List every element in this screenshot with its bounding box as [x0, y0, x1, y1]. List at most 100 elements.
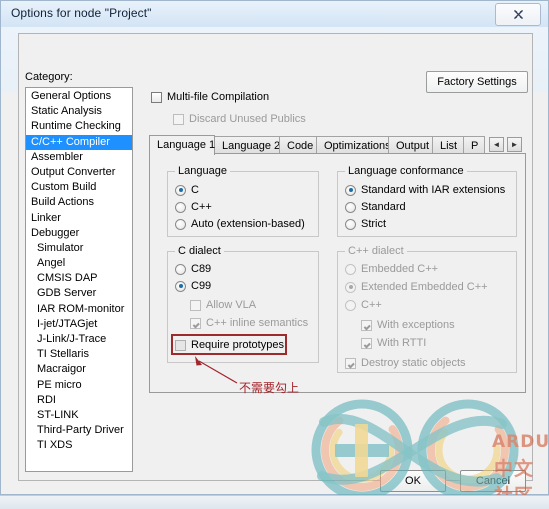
radio-language-c[interactable]: C: [175, 184, 199, 196]
discard-unused-publics-label: Discard Unused Publics: [189, 113, 306, 125]
category-item-gdb-server[interactable]: GDB Server: [26, 286, 132, 301]
checkbox-box: [361, 319, 372, 331]
group-language-title: Language: [175, 165, 230, 177]
checkbox-box: [345, 357, 356, 369]
tab-list[interactable]: List: [432, 136, 464, 154]
radio-embedded-cpp-label: Embedded C++: [361, 263, 439, 275]
checkbox-with-rtti: With RTTI: [361, 337, 426, 349]
tab-code[interactable]: Code: [279, 136, 317, 154]
tab-p[interactable]: P: [463, 136, 485, 154]
category-item-linker[interactable]: Linker: [26, 211, 132, 226]
category-list[interactable]: General Options Static Analysis Runtime Ch…: [25, 87, 133, 472]
category-item-third-party-driver[interactable]: Third-Party Driver: [26, 423, 132, 438]
close-icon[interactable]: [495, 3, 541, 26]
tab-language-2[interactable]: Language 2: [214, 136, 280, 154]
checkbox-box: [151, 91, 162, 103]
category-item-output-converter[interactable]: Output Converter: [26, 165, 132, 180]
radio-language-auto[interactable]: Auto (extension-based): [175, 218, 305, 230]
radio-c89-label: C89: [191, 263, 212, 275]
radio-language-cpp[interactable]: C++: [175, 201, 212, 213]
category-item-custom-build[interactable]: Custom Build: [26, 180, 132, 195]
checkbox-box: [361, 337, 372, 349]
radio-language-cpp-label: C++: [191, 201, 212, 213]
tab-strip[interactable]: Language 1 Language 2 Code Optimizations Out…: [149, 135, 526, 155]
tab-optimizations[interactable]: Optimizations: [316, 136, 391, 154]
screenshot-root: Options for node "Project" Category: Gen…: [0, 0, 549, 509]
radio-dot: [345, 201, 356, 213]
radio-c99-label: C99: [191, 280, 212, 292]
category-item-j-link-j-trace[interactable]: J-Link/J-Trace: [26, 332, 132, 347]
category-item-ti-xds[interactable]: TI XDS: [26, 438, 132, 453]
radio-conformance-strict-label: Strict: [361, 218, 387, 230]
radio-dot: [175, 280, 186, 292]
multi-file-compilation-checkbox[interactable]: Multi-file Compilation: [151, 91, 269, 103]
radio-dot: [345, 218, 356, 230]
checkbox-destroy-static-objects-label: Destroy static objects: [361, 357, 466, 369]
tab-output[interactable]: Output: [388, 136, 433, 154]
category-item-c-c-compiler[interactable]: C/C++ Compiler: [26, 134, 132, 150]
close-glyph: [513, 10, 523, 19]
group-c-dialect-title: C dialect: [175, 245, 224, 257]
category-item-build-actions[interactable]: Build Actions: [26, 195, 132, 210]
category-item-pe-micro[interactable]: PE micro: [26, 378, 132, 393]
category-item-general-options[interactable]: General Options: [26, 89, 132, 104]
cancel-button[interactable]: Cancel: [460, 470, 526, 492]
radio-c89[interactable]: C89: [175, 263, 211, 275]
radio-dot: [345, 184, 356, 196]
radio-extended-embedded-cpp-label: Extended Embedded C++: [361, 281, 488, 293]
checkbox-allow-vla: Allow VLA: [190, 299, 256, 311]
annotation-text: 不需要勾上: [239, 381, 300, 395]
category-item-ti-stellaris[interactable]: TI Stellaris: [26, 347, 132, 362]
group-cpp-dialect-title: C++ dialect: [345, 245, 407, 257]
category-item-runtime-checking[interactable]: Runtime Checking: [26, 119, 132, 134]
radio-conformance-strict[interactable]: Strict: [345, 218, 386, 230]
radio-dot: [175, 201, 186, 213]
category-item-iar-rom-monitor[interactable]: IAR ROM-monitor: [26, 302, 132, 317]
category-item-cmsis-dap[interactable]: CMSIS DAP: [26, 271, 132, 286]
checkbox-with-rtti-label: With RTTI: [377, 337, 427, 349]
radio-cpp-label: C++: [361, 299, 382, 311]
checkbox-with-exceptions-label: With exceptions: [377, 319, 455, 331]
radio-language-auto-label: Auto (extension-based): [191, 218, 305, 230]
category-item-macraigor[interactable]: Macraigor: [26, 362, 132, 377]
multi-file-compilation-label: Multi-file Compilation: [167, 91, 270, 103]
radio-embedded-cpp: Embedded C++: [345, 263, 438, 275]
radio-conformance-standard-label: Standard: [361, 201, 406, 213]
checkbox-box: [173, 113, 184, 125]
category-item-i-jet-jtagjet[interactable]: I-jet/JTAGjet: [26, 317, 132, 332]
radio-dot: [345, 281, 356, 293]
radio-extended-embedded-cpp: Extended Embedded C++: [345, 281, 488, 293]
radio-dot: [345, 299, 356, 311]
radio-conformance-iar-label: Standard with IAR extensions: [361, 184, 506, 196]
category-item-assembler[interactable]: Assembler: [26, 150, 132, 165]
discard-unused-publics-checkbox: Discard Unused Publics: [173, 113, 306, 125]
checkbox-destroy-static-objects: Destroy static objects: [345, 357, 466, 369]
category-item-static-analysis[interactable]: Static Analysis: [26, 104, 132, 119]
category-item-debugger[interactable]: Debugger: [26, 226, 132, 241]
checkbox-box: [190, 299, 201, 311]
category-item-st-link[interactable]: ST-LINK: [26, 408, 132, 423]
tab-scroll-left-icon[interactable]: ◄: [489, 137, 504, 152]
tab-scroll-right-icon[interactable]: ►: [507, 137, 522, 152]
category-item-simulator[interactable]: Simulator: [26, 241, 132, 256]
highlight-box-require-prototypes: [171, 334, 287, 355]
radio-dot: [175, 218, 186, 230]
radio-cpp: C++: [345, 299, 382, 311]
ok-button[interactable]: OK: [380, 470, 446, 492]
checkbox-cpp-inline-semantics: C++ inline semantics: [190, 317, 308, 329]
radio-dot: [175, 184, 186, 196]
radio-conformance-iar[interactable]: Standard with IAR extensions: [345, 184, 505, 196]
tab-language-1[interactable]: Language 1: [149, 135, 215, 155]
checkbox-allow-vla-label: Allow VLA: [206, 299, 257, 311]
radio-conformance-standard[interactable]: Standard: [345, 201, 406, 213]
group-language-conformance-title: Language conformance: [345, 165, 467, 177]
checkbox-cpp-inline-semantics-label: C++ inline semantics: [206, 317, 309, 329]
window-title: Options for node "Project": [11, 6, 152, 20]
taskbar: [0, 495, 549, 509]
radio-c99[interactable]: C99: [175, 280, 211, 292]
category-item-angel[interactable]: Angel: [26, 256, 132, 271]
options-dialog: Options for node "Project" Category: Gen…: [0, 0, 549, 495]
radio-dot: [175, 263, 186, 275]
factory-settings-button[interactable]: Factory Settings: [426, 71, 528, 93]
category-item-rdi[interactable]: RDI: [26, 393, 132, 408]
